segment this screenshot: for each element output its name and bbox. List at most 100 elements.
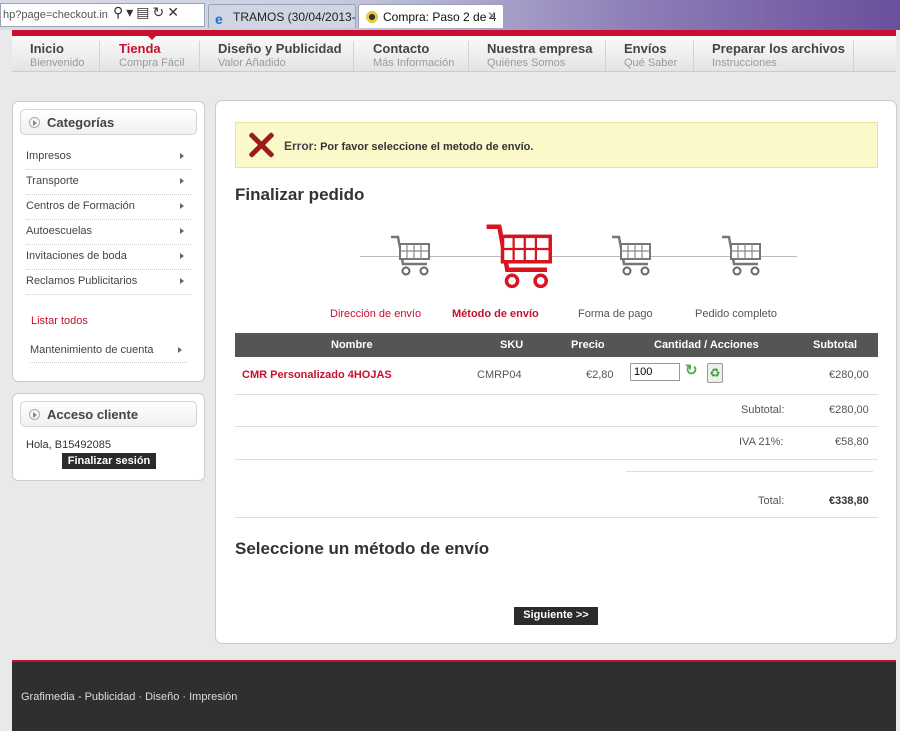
category-item[interactable]: Impresos	[26, 145, 191, 170]
nav-subtitle: Más Información	[373, 57, 455, 69]
remove-item-icon[interactable]: ♻	[707, 363, 723, 383]
arrow-right-icon	[180, 253, 187, 259]
error-label: Error	[284, 139, 314, 153]
category-item[interactable]: Centros de Formación	[26, 195, 191, 220]
nav-title: Preparar los archivos	[712, 41, 845, 56]
step-shipping-address[interactable]: Dirección de envío	[330, 308, 421, 320]
tax-row: IVA 21%: €58,80	[235, 427, 878, 460]
step-order-complete: Pedido completo	[695, 308, 777, 320]
list-all-link[interactable]: Listar todos	[26, 295, 191, 339]
arrow-right-icon	[180, 228, 187, 234]
nav-tienda[interactable]: Tienda Compra Fácil	[101, 35, 200, 71]
nav-subtitle: Instrucciones	[712, 57, 777, 69]
category-label: Reclamos Publicitarios	[26, 275, 138, 287]
subtotal-value: €280,00	[829, 404, 869, 416]
product-name-link[interactable]: CMR Personalizado 4HOJAS	[242, 369, 392, 381]
footer: Grafimedia - Publicidad · Diseño · Impre…	[12, 660, 896, 731]
next-button[interactable]: Siguiente >>	[514, 607, 598, 625]
nav-title: Envíos	[624, 41, 667, 56]
tax-label: IVA 21%:	[739, 436, 784, 448]
total-label: Total:	[758, 495, 785, 507]
subtotal-label: Subtotal:	[741, 404, 785, 416]
step-4-cart-icon	[720, 234, 764, 278]
categories-title: Categorías	[47, 115, 115, 130]
step-shipping-method: Método de envío	[452, 308, 539, 320]
quantity-input[interactable]	[630, 363, 680, 381]
address-text: hp?page=checkout.in	[3, 9, 108, 21]
account-label: Mantenimiento de cuenta	[30, 344, 154, 356]
logout-button[interactable]: Finalizar sesión	[62, 453, 156, 469]
stop-icon[interactable]: ✕	[167, 4, 182, 20]
update-quantity-icon[interactable]: ↻	[685, 363, 701, 379]
greeting-text: Hola, B15492085	[26, 439, 112, 451]
category-label: Invitaciones de boda	[26, 250, 127, 262]
step-1-cart-icon	[389, 234, 433, 278]
dropdown-icon[interactable]: ▾	[126, 4, 136, 20]
category-item[interactable]: Invitaciones de boda	[26, 245, 191, 270]
total-divider	[626, 471, 873, 472]
checkout-panel: Error: Por favor seleccione el metodo de…	[215, 100, 897, 644]
category-list: Impresos Transporte Centros de Formación…	[13, 145, 204, 339]
refresh-icon[interactable]: ↻	[153, 4, 168, 20]
col-subtotal: Subtotal	[813, 339, 857, 351]
category-label: Centros de Formación	[26, 200, 135, 212]
arrow-right-icon	[180, 153, 187, 159]
row-subtotal: €280,00	[829, 369, 869, 381]
close-tab-icon[interactable]: ✕	[487, 9, 497, 23]
nav-subtitle: Quiénes Somos	[487, 57, 566, 69]
nav-subtitle: Compra Fácil	[119, 57, 185, 69]
step-payment-method: Forma de pago	[578, 308, 653, 320]
client-access-header: Acceso cliente	[20, 401, 197, 427]
nav-title: Contacto	[373, 41, 430, 56]
step-2-cart-icon-active	[485, 222, 555, 292]
nav-subtitle: Valor Añadido	[218, 57, 286, 69]
nav-inicio[interactable]: Inicio Bienvenido	[12, 41, 100, 71]
category-label: Impresos	[26, 150, 72, 162]
category-item[interactable]: Reclamos Publicitarios	[26, 270, 191, 295]
category-item[interactable]: Transporte	[26, 170, 191, 195]
total-value: €338,80	[829, 495, 869, 507]
total-row: Total: €338,80	[235, 485, 878, 518]
browser-chrome: hp?page=checkout.in ⚲▾▤↻✕ e TRAMOS (30/04…	[0, 0, 900, 30]
nav-title: Tienda	[119, 41, 161, 56]
table-row: CMR Personalizado 4HOJAS CMRP04 €2,80 ↻ …	[235, 357, 878, 395]
category-item[interactable]: Autoescuelas	[26, 220, 191, 245]
search-icon[interactable]: ⚲	[113, 4, 126, 20]
col-price: Precio	[571, 339, 605, 351]
nav-subtitle: Bienvenido	[30, 57, 85, 69]
nav-subtitle: Qué Saber	[624, 57, 678, 69]
nav-preparar[interactable]: Preparar los archivos Instrucciones	[694, 41, 854, 71]
nav-empresa[interactable]: Nuestra empresa Quiénes Somos	[469, 41, 606, 71]
nav-title: Nuestra empresa	[487, 41, 593, 56]
nav-title: Diseño y Publicidad	[218, 41, 342, 56]
categories-box: Categorías Impresos Transporte Centros d…	[12, 101, 205, 382]
chevron-right-icon	[29, 409, 40, 420]
tab-label: TRAMOS (30/04/2013-...	[233, 10, 356, 24]
categories-header: Categorías	[20, 109, 197, 135]
category-label: Autoescuelas	[26, 225, 93, 237]
ie-icon: e	[215, 11, 223, 27]
error-message-box: Error: Por favor seleccione el metodo de…	[235, 122, 878, 168]
shipping-method-title: Seleccione un método de envío	[235, 539, 490, 558]
chevron-right-icon	[29, 117, 40, 128]
col-name: Nombre	[331, 339, 373, 351]
main-navigation: Inicio Bienvenido Tienda Compra Fácil Di…	[12, 30, 896, 72]
category-label: Transporte	[26, 175, 79, 187]
account-maintenance-link[interactable]: Mantenimiento de cuenta	[30, 339, 187, 363]
error-x-icon	[247, 131, 275, 159]
col-sku: SKU	[500, 339, 524, 351]
browser-tab-compra[interactable]: Compra: Paso 2 de 4 ✕	[358, 4, 504, 28]
arrow-right-icon	[180, 278, 187, 284]
nav-contacto[interactable]: Contacto Más Información	[355, 41, 469, 71]
product-price: €2,80	[586, 369, 614, 381]
footer-text: Grafimedia - Publicidad · Diseño · Impre…	[21, 691, 238, 703]
arrow-right-icon	[178, 347, 185, 353]
nav-envios[interactable]: Envíos Qué Saber	[606, 41, 694, 71]
nav-title: Inicio	[30, 41, 64, 56]
browser-tab-tramos[interactable]: e TRAMOS (30/04/2013-...	[208, 4, 356, 28]
cart-table-header: Nombre SKU Precio Cantidad / Acciones Su…	[235, 333, 878, 357]
page-title: Finalizar pedido	[235, 185, 365, 204]
nav-diseno[interactable]: Diseño y Publicidad Valor Añadido	[200, 41, 354, 71]
tax-value: €58,80	[835, 436, 869, 448]
compat-view-icon[interactable]: ▤	[136, 4, 152, 20]
